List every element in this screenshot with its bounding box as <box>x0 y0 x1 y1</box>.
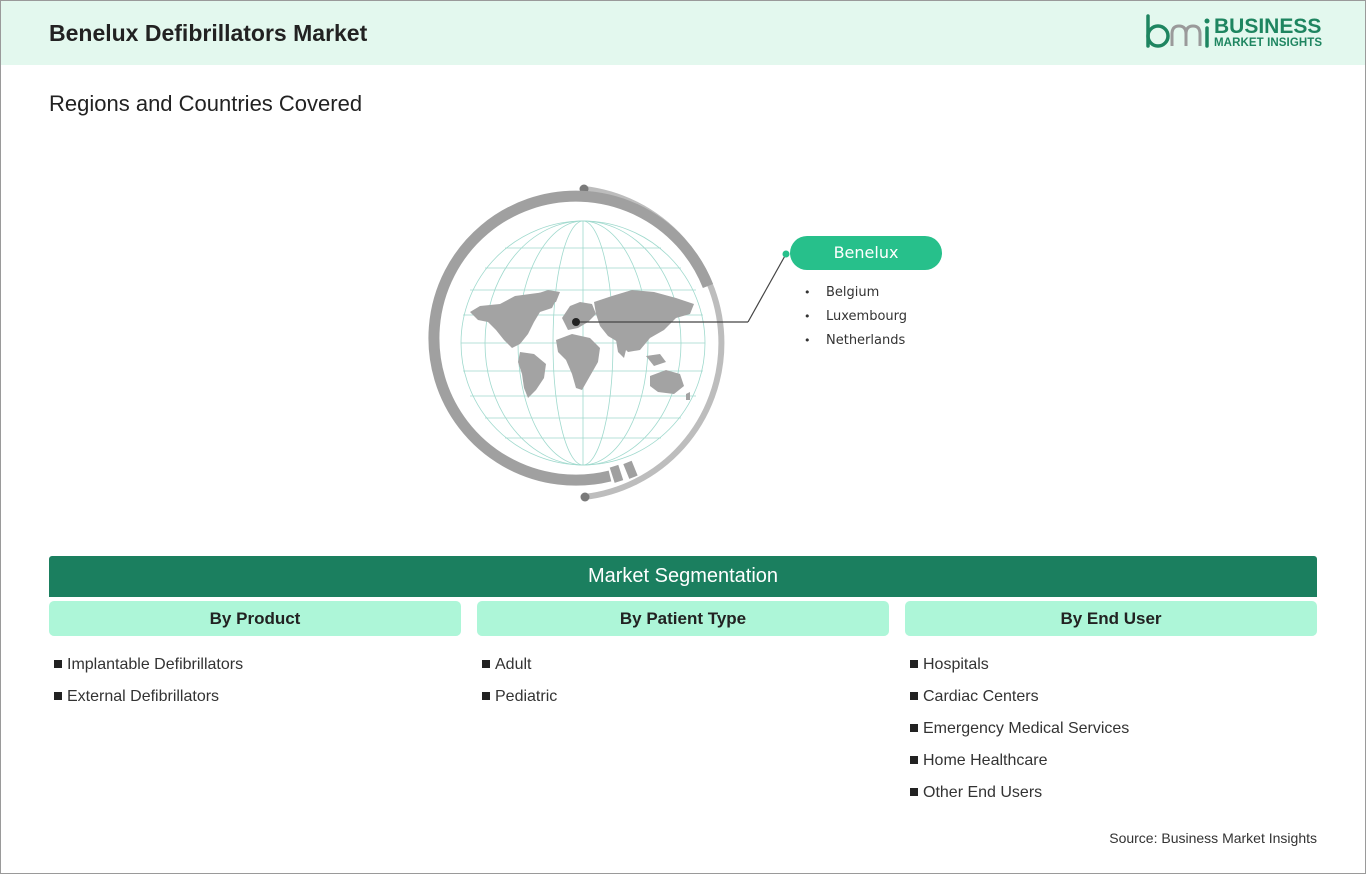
section-subtitle: Regions and Countries Covered <box>49 91 363 116</box>
segment-item: Emergency Medical Services <box>910 720 1129 738</box>
segment-item-label: Home Healthcare <box>923 752 1048 769</box>
country-item: • Luxembourg <box>804 309 908 324</box>
segment-item-label: Other End Users <box>923 784 1043 801</box>
source-note: Source: Business Market Insights <box>1109 830 1317 846</box>
segment-item: Hospitals <box>910 656 989 674</box>
continents <box>470 290 694 400</box>
country-label: Luxembourg <box>826 309 908 324</box>
segment-item: Implantable Defibrillators <box>54 656 243 674</box>
market-segmentation-bar: Market Segmentation <box>49 556 1317 597</box>
segment-item-label: Hospitals <box>923 656 989 673</box>
country-item: • Netherlands <box>804 333 906 348</box>
segment-item: Home Healthcare <box>910 752 1048 770</box>
bullet-square-icon <box>910 788 918 796</box>
segment-item: Pediatric <box>482 688 557 706</box>
bullet-square-icon <box>910 692 918 700</box>
segment-item: Other End Users <box>910 784 1042 802</box>
segment-heading-product: By Product <box>49 601 461 636</box>
country-item: • Belgium <box>804 285 880 300</box>
segment-item-label: Implantable Defibrillators <box>67 656 244 673</box>
segment-heading-end-user: By End User <box>905 601 1317 636</box>
segment-heading-patient-type: By Patient Type <box>477 601 889 636</box>
page-title: Benelux Defibrillators Market <box>49 20 368 46</box>
bullet-square-icon <box>910 756 918 764</box>
segment-item-label: Emergency Medical Services <box>923 720 1130 737</box>
segment-item-label: Cardiac Centers <box>923 688 1039 705</box>
segment-item: Adult <box>482 656 531 674</box>
bullet-square-icon <box>482 660 490 668</box>
bullet-square-icon <box>54 660 62 668</box>
logo-text-market-insights: MARKET INSIGHTS <box>1214 37 1323 49</box>
segment-item: Cardiac Centers <box>910 688 1039 706</box>
region-pill-benelux: Benelux <box>790 236 942 270</box>
bullet-square-icon <box>910 724 918 732</box>
country-label: Netherlands <box>826 333 906 348</box>
segment-item-label: Pediatric <box>495 688 558 705</box>
segment-item-label: Adult <box>495 656 532 673</box>
segment-item: External Defibrillators <box>54 688 219 706</box>
bullet-square-icon <box>910 660 918 668</box>
logo-text-business: BUSINESS <box>1214 15 1322 38</box>
segment-item-label: External Defibrillators <box>67 688 220 705</box>
bullet-square-icon <box>482 692 490 700</box>
bullet-square-icon <box>54 692 62 700</box>
country-label: Belgium <box>826 285 880 300</box>
